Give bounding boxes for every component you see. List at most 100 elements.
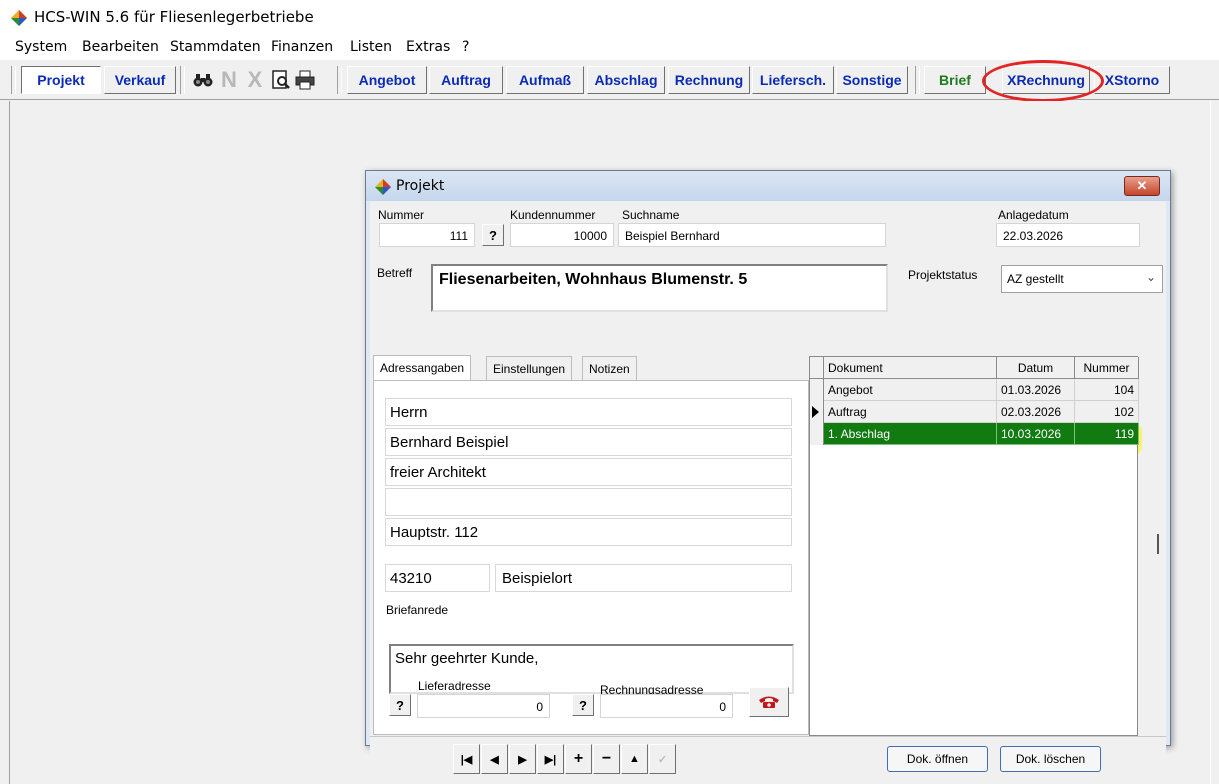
chevron-down-icon: ⌄ [1145, 270, 1156, 284]
menu-listen[interactable]: Listen [350, 39, 392, 55]
last-record-icon[interactable]: ▶| [537, 744, 564, 774]
prev-record-icon[interactable]: ◀ [481, 744, 508, 774]
grid-header-datum[interactable]: Datum [997, 357, 1075, 379]
open-document-button[interactable]: Dok. öffnen [887, 746, 988, 772]
lieferschein-button[interactable]: Liefersch. [752, 66, 834, 94]
telephone-icon [759, 696, 779, 708]
menu-bearbeiten[interactable]: Bearbeiten [82, 39, 159, 55]
dialog-title-bar: Projekt ✕ [366, 171, 1170, 201]
table-cell-selected[interactable]: 1. Abschlag [824, 423, 997, 445]
address-line-4[interactable] [385, 488, 792, 516]
tab-notizen[interactable]: Notizen [582, 356, 637, 380]
dialog-body: Nummer 111 ? Kundennummer 10000 Suchname… [370, 201, 1166, 774]
close-icon[interactable]: ✕ [1124, 176, 1160, 196]
address-plz[interactable]: 43210 [385, 564, 490, 592]
menu-help[interactable]: ? [462, 39, 469, 55]
lieferadresse-help-button[interactable]: ? [389, 694, 411, 716]
table-cell[interactable]: Angebot [824, 379, 997, 401]
betreff-label: Betreff [377, 266, 413, 280]
navigation-bar: |◀ ◀ ▶ ▶| + − ▲ ✓ Dok. öffnen Dok. lösch… [370, 736, 1166, 774]
address-line-1[interactable]: Herrn [385, 398, 792, 426]
new-icon[interactable]: N [218, 67, 240, 92]
anlagedatum-field[interactable]: 22.03.2026 [996, 223, 1140, 247]
address-ort[interactable]: Beispielort [495, 564, 792, 592]
next-record-icon[interactable]: ▶ [509, 744, 536, 774]
kundennummer-field[interactable]: 10000 [510, 223, 614, 247]
table-cell-selected[interactable]: 119 [1075, 423, 1139, 445]
scrollbar-thumb[interactable] [1157, 534, 1159, 554]
app-logo-icon [11, 10, 27, 26]
address-tab-panel: Adressangaben Einstellungen Notizen Herr… [370, 355, 809, 736]
grid-header-nummer[interactable]: Nummer [1075, 357, 1139, 379]
xstorno-button[interactable]: XStorno [1094, 66, 1170, 94]
address-line-3[interactable]: freier Architekt [385, 458, 792, 486]
first-record-icon[interactable]: |◀ [453, 744, 480, 774]
rechnung-button[interactable]: Rechnung [668, 66, 750, 94]
main-window: HCS-WIN 5.6 für Fliesenlegerbetriebe Sys… [0, 0, 1219, 784]
delete-record-icon[interactable]: − [593, 744, 620, 774]
menu-bar: System Bearbeiten Stammdaten Finanzen Li… [0, 34, 1219, 60]
lieferadresse-field[interactable]: 0 [417, 694, 550, 718]
toolbar-separator [337, 66, 342, 94]
nummer-label: Nummer [378, 208, 425, 222]
anlagedatum-label: Anlagedatum [998, 208, 1069, 222]
suchname-field[interactable]: Beispiel Bernhard [618, 223, 886, 247]
kundennummer-label: Kundennummer [510, 208, 596, 222]
app-logo-icon [375, 179, 391, 195]
tab-einstellungen[interactable]: Einstellungen [486, 356, 573, 380]
menu-stammdaten[interactable]: Stammdaten [170, 39, 261, 55]
abschlag-button[interactable]: Abschlag [587, 66, 665, 94]
address-content: Herrn Bernhard Beispiel freier Architekt… [373, 380, 809, 735]
menu-extras[interactable]: Extras [406, 39, 450, 55]
rechnungsadresse-help-button[interactable]: ? [572, 694, 594, 716]
projektstatus-label: Projektstatus [908, 268, 978, 282]
table-cell[interactable]: 02.03.2026 [997, 401, 1075, 423]
brief-button[interactable]: Brief [924, 66, 986, 94]
table-cell[interactable]: 104 [1075, 379, 1139, 401]
documents-grid: Dokument Datum Nummer Angebot 01.03.2026… [809, 356, 1139, 736]
auftrag-button[interactable]: Auftrag [429, 66, 503, 94]
menu-system[interactable]: System [15, 39, 67, 55]
lieferadresse-label: Lieferadresse [418, 679, 491, 693]
printer-icon[interactable] [294, 69, 316, 91]
table-cell[interactable]: Auftrag [824, 401, 997, 423]
preview-icon[interactable] [270, 69, 292, 91]
table-cell[interactable]: 01.03.2026 [997, 379, 1075, 401]
address-street[interactable]: Hauptstr. 112 [385, 518, 792, 546]
projekt-dialog: Projekt ✕ Nummer 111 ? Kundennummer 1000… [365, 170, 1171, 774]
toolbar-separator [915, 66, 920, 94]
suchname-label: Suchname [622, 208, 680, 222]
telephone-button[interactable] [749, 687, 789, 717]
grid-header-dokument[interactable]: Dokument [824, 357, 997, 379]
table-cell[interactable]: 102 [1075, 401, 1139, 423]
binoculars-icon[interactable] [192, 69, 214, 91]
aufmass-button[interactable]: Aufmaß [506, 66, 584, 94]
menu-finanzen[interactable]: Finanzen [271, 39, 333, 55]
delete-icon[interactable]: X [244, 67, 266, 92]
projektstatus-select[interactable]: AZ gestellt ⌄ [1001, 265, 1163, 293]
betreff-field[interactable]: Fliesenarbeiten, Wohnhaus Blumenstr. 5 [431, 264, 888, 312]
kunde-help-button[interactable]: ? [482, 224, 504, 246]
dialog-title: Projekt [396, 178, 445, 194]
address-line-2[interactable]: Bernhard Beispiel [385, 428, 792, 456]
post-record-icon[interactable]: ✓ [649, 744, 676, 774]
table-cell-selected[interactable]: 10.03.2026 [997, 423, 1075, 445]
insert-record-icon[interactable]: + [565, 744, 592, 774]
projektstatus-value: AZ gestellt [1007, 272, 1064, 286]
verkauf-button[interactable]: Verkauf [104, 66, 176, 94]
toolbar-separator [11, 66, 16, 94]
grid-corner [810, 357, 824, 379]
sonstige-button[interactable]: Sonstige [836, 66, 908, 94]
app-title: HCS-WIN 5.6 für Fliesenlegerbetriebe [34, 8, 314, 26]
rechnungsadresse-field[interactable]: 0 [600, 694, 733, 718]
title-bar: HCS-WIN 5.6 für Fliesenlegerbetriebe [0, 0, 1219, 34]
tab-adressangaben[interactable]: Adressangaben [373, 355, 472, 381]
edit-record-icon[interactable]: ▲ [621, 744, 648, 774]
projekt-button[interactable]: Projekt [21, 66, 101, 94]
annotation-circle [982, 60, 1104, 102]
angebot-button[interactable]: Angebot [347, 66, 427, 94]
briefanrede-label: Briefanrede [386, 603, 449, 617]
delete-document-button[interactable]: Dok. löschen [1000, 746, 1101, 772]
toolbar-separator [180, 66, 185, 94]
nummer-field[interactable]: 111 [379, 223, 475, 247]
